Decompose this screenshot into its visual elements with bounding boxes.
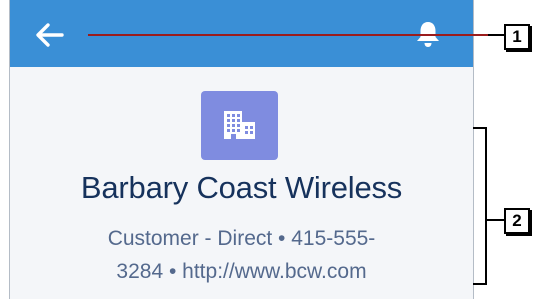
building-icon [224, 111, 255, 139]
account-record-icon [201, 91, 278, 160]
callout-bracket-2 [473, 127, 487, 285]
account-details: Customer - Direct • 415-555- 3284 • http… [50, 222, 433, 288]
phone-number-end[interactable]: 3284 [116, 260, 163, 283]
mobile-screen: Barbary Coast Wireless Customer - Direct… [9, 0, 474, 299]
arrow-left-icon [36, 23, 64, 47]
callout-badge-2: 2 [504, 208, 530, 234]
callout-line-1-end [488, 34, 504, 36]
website-link[interactable]: http://www.bcw.com [182, 260, 366, 283]
account-name: Barbary Coast Wireless [80, 170, 403, 205]
callout-badge-1: 1 [504, 24, 530, 50]
account-type-and-phone[interactable]: Customer - Direct • 415-555- [108, 227, 376, 250]
callout-line-1 [88, 34, 494, 36]
callout-bracket-2-tick [487, 219, 504, 221]
back-button[interactable] [35, 22, 65, 48]
details-separator: • [163, 260, 183, 283]
